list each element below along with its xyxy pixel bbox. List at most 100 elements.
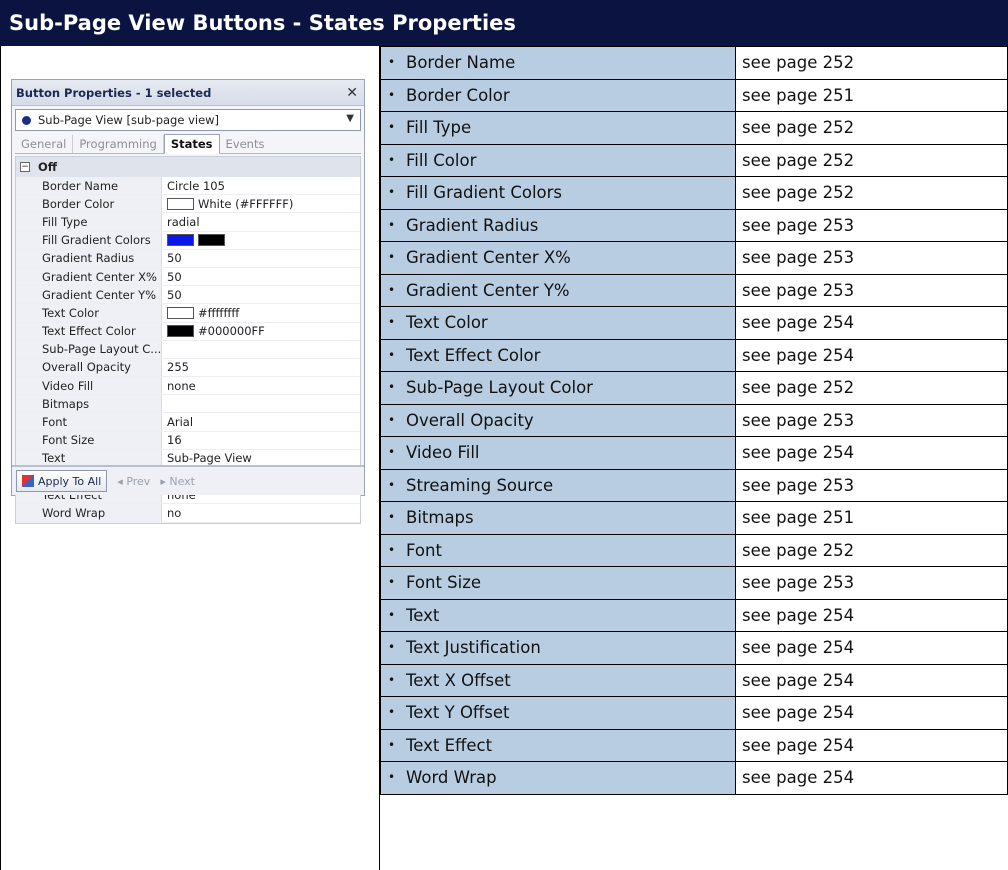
- property-name: Sub-Page Layout C...: [16, 340, 162, 358]
- property-name: Font: [16, 413, 162, 431]
- property-row[interactable]: Gradient Center X% 50: [16, 267, 360, 287]
- property-value[interactable]: 50: [162, 288, 182, 302]
- property-row[interactable]: Sub-Page Layout C...: [16, 340, 360, 359]
- property-value[interactable]: 255: [162, 360, 189, 374]
- property-cell: • Fill Type: [380, 111, 736, 145]
- panel-footer: Apply To All ◂ Prev ▸ Next: [12, 465, 364, 495]
- property-value-text: #ffffffff: [198, 305, 240, 320]
- button-properties-panel: Button Properties - 1 selected ✕ Sub-Pag…: [11, 79, 365, 524]
- table-row: • Text Effect see page 254: [380, 728, 1008, 762]
- table-row: • Bitmaps see page 251: [380, 501, 1008, 535]
- property-value-text: radial: [167, 214, 200, 229]
- property-value[interactable]: 50: [162, 270, 182, 284]
- tab-events[interactable]: Events: [220, 135, 271, 153]
- page-reference: see page 254: [735, 728, 1008, 762]
- table-row: • Sub-Page Layout Color see page 252: [380, 371, 1008, 405]
- panel-header: Button Properties - 1 selected ✕: [12, 80, 364, 106]
- property-row[interactable]: Fill Type radial: [16, 213, 360, 232]
- property-value[interactable]: [162, 234, 229, 247]
- section-label: Off: [38, 160, 58, 174]
- property-row[interactable]: Bitmaps: [16, 395, 360, 414]
- chevron-down-icon[interactable]: ▼: [346, 113, 354, 124]
- property-cell: • Text Color: [380, 306, 736, 340]
- apply-to-all-button[interactable]: Apply To All: [16, 470, 108, 492]
- property-value-text: Circle 105: [167, 178, 225, 193]
- property-cell: • Gradient Center Y%: [380, 273, 736, 307]
- property-row[interactable]: Gradient Center Y% 50: [16, 286, 360, 305]
- property-value[interactable]: #ffffffff: [162, 306, 239, 320]
- table-row: • Border Name see page 252: [380, 46, 1008, 80]
- page-reference: see page 254: [735, 306, 1008, 340]
- property-row[interactable]: Fill Gradient Colors: [16, 231, 360, 250]
- prev-button[interactable]: ◂ Prev: [117, 475, 150, 488]
- property-row[interactable]: Video Fill none: [16, 377, 360, 396]
- property-value-text: 50: [167, 251, 182, 266]
- bullet-icon: •: [388, 380, 396, 395]
- property-name: Word Wrap: [16, 504, 162, 522]
- property-row[interactable]: Font Arial: [16, 413, 360, 432]
- states-properties-table: • Border Name see page 252 • Border Color see…: [380, 46, 1008, 795]
- table-row: • Video Fill see page 254: [380, 436, 1008, 470]
- tab-states[interactable]: States: [163, 134, 220, 154]
- property-row[interactable]: Word Wrap no: [16, 504, 360, 523]
- property-row[interactable]: Text Effect Color #000000FF: [16, 322, 360, 341]
- page-reference: see page 253: [735, 403, 1008, 437]
- table-row: • Text Effect Color see page 254: [380, 338, 1008, 372]
- property-value[interactable]: Circle 105: [162, 179, 225, 193]
- table-row: • Fill Type see page 252: [380, 111, 1008, 145]
- property-name: Overall Opacity: [16, 358, 162, 377]
- property-row[interactable]: Border Name Circle 105: [16, 177, 360, 196]
- property-value[interactable]: #000000FF: [162, 324, 265, 338]
- table-row: • Border Color see page 251: [380, 78, 1008, 112]
- button-selector-dropdown[interactable]: Sub-Page View [sub-page view] ▼: [15, 109, 361, 131]
- property-cell: • Font: [380, 533, 736, 567]
- property-value[interactable]: 16: [162, 433, 182, 447]
- property-value-text: none: [167, 378, 196, 393]
- property-value-text: 16: [167, 433, 182, 448]
- property-value[interactable]: no: [162, 506, 181, 520]
- property-value[interactable]: Arial: [162, 415, 193, 429]
- tab-general[interactable]: General: [15, 135, 74, 153]
- property-row[interactable]: Border Color White (#FFFFFF): [16, 195, 360, 214]
- next-label: Next: [169, 474, 195, 488]
- table-row: • Gradient Center Y% see page 253: [380, 273, 1008, 307]
- page-reference: see page 251: [735, 78, 1008, 112]
- property-cell: • Gradient Radius: [380, 208, 736, 242]
- table-row: • Word Wrap see page 254: [380, 761, 1008, 795]
- property-name: Fill Gradient Colors: [16, 231, 162, 249]
- property-cell: • Text: [380, 598, 736, 632]
- property-value[interactable]: radial: [162, 215, 200, 229]
- property-cell: • Video Fill: [380, 436, 736, 470]
- property-value[interactable]: 50: [162, 251, 182, 265]
- property-row[interactable]: Gradient Radius 50: [16, 249, 360, 268]
- section-off[interactable]: − Off: [16, 157, 360, 177]
- table-row: • Text Y Offset see page 254: [380, 696, 1008, 730]
- property-value[interactable]: none: [162, 379, 196, 393]
- bullet-icon: •: [388, 607, 396, 622]
- property-label: Text Effect Color: [406, 345, 541, 365]
- property-row[interactable]: Font Size 16: [16, 431, 360, 450]
- property-value[interactable]: Sub-Page View: [162, 451, 252, 465]
- close-icon[interactable]: ✕: [346, 85, 358, 101]
- property-row[interactable]: Text Color #ffffffff: [16, 304, 360, 323]
- property-label: Gradient Radius: [406, 215, 539, 235]
- property-name: Border Color: [16, 195, 162, 213]
- bullet-icon: •: [388, 250, 396, 265]
- next-button[interactable]: ▸ Next: [160, 475, 195, 488]
- page-reference: see page 253: [735, 273, 1008, 307]
- property-label: Video Fill: [406, 443, 480, 463]
- bullet-icon: •: [388, 672, 396, 687]
- page-title: Sub-Page View Buttons - States Propertie…: [0, 0, 1008, 46]
- page-reference: see page 254: [735, 761, 1008, 795]
- property-cell: • Streaming Source: [380, 468, 736, 502]
- property-cell: • Text Effect: [380, 728, 736, 762]
- property-cell: • Sub-Page Layout Color: [380, 371, 736, 405]
- bullet-icon: •: [388, 542, 396, 557]
- property-row[interactable]: Overall Opacity 255: [16, 358, 360, 378]
- property-value[interactable]: White (#FFFFFF): [162, 197, 293, 211]
- collapse-icon[interactable]: −: [20, 162, 30, 172]
- table-row: • Gradient Center X% see page 253: [380, 241, 1008, 275]
- tab-programming[interactable]: Programming: [73, 135, 164, 153]
- bullet-icon: •: [388, 315, 396, 330]
- property-cell: • Fill Gradient Colors: [380, 176, 736, 210]
